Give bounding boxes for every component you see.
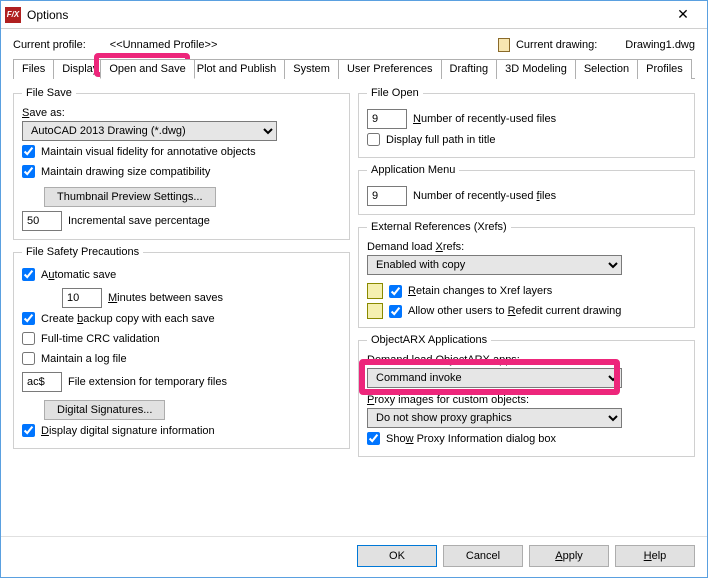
legend-arx: ObjectARX Applications [367, 334, 491, 346]
thumbnail-settings-button[interactable]: Thumbnail Preview Settings... [44, 187, 216, 207]
tab-drafting[interactable]: Drafting [441, 59, 498, 79]
refedit-label: Allow other users to Refedit current dra… [408, 305, 621, 317]
retain-xref-checkbox[interactable]: Retain changes to Xref layers [389, 285, 552, 298]
refedit-icon [367, 303, 383, 319]
recent-files-input[interactable] [367, 109, 407, 129]
minutes-label: Minutes between saves [108, 292, 223, 304]
maintain-fidelity-checkbox[interactable]: Maintain visual fidelity for annotative … [22, 145, 256, 158]
app-recent-label: Number of recently-used files [413, 190, 556, 202]
show-proxy-label: Show Proxy Information dialog box [386, 433, 556, 445]
tab-display[interactable]: Display [53, 59, 101, 79]
crc-checkbox[interactable]: Full-time CRC validation [22, 332, 160, 345]
refedit-checkbox[interactable]: Allow other users to Refedit current dra… [389, 305, 621, 318]
recent-files-label: Number of recently-used files [413, 113, 556, 125]
auto-save-checkbox[interactable]: Automatic save [22, 268, 116, 281]
show-proxy-checkbox[interactable]: Show Proxy Information dialog box [367, 432, 556, 445]
tab-3d-modeling[interactable]: 3D Modeling [496, 59, 576, 79]
current-drawing-label: Current drawing: [516, 39, 597, 51]
current-drawing-name: Drawing1.dwg [625, 39, 695, 51]
maintain-compat-checkbox[interactable]: Maintain drawing size compatibility [22, 165, 210, 178]
tab-files[interactable]: Files [13, 59, 54, 79]
group-file-save: File Save Save as: AutoCAD 2013 Drawing … [13, 87, 350, 240]
temp-ext-label: File extension for temporary files [68, 376, 227, 388]
digital-signatures-button[interactable]: Digital Signatures... [44, 400, 165, 420]
group-app-menu: Application Menu Number of recently-used… [358, 164, 695, 215]
incremental-save-label: Incremental save percentage [68, 215, 210, 227]
display-sig-label: Display digital signature information [41, 425, 215, 437]
legend-file-save: File Save [22, 87, 76, 99]
temp-ext-input[interactable] [22, 372, 62, 392]
group-arx: ObjectARX Applications Demand load Objec… [358, 334, 695, 457]
app-recent-input[interactable] [367, 186, 407, 206]
tab-selection[interactable]: Selection [575, 59, 638, 79]
demand-xref-select[interactable]: Enabled with copy [367, 255, 622, 275]
demand-arx-select[interactable]: Command invoke [367, 368, 622, 388]
incremental-save-input[interactable] [22, 211, 62, 231]
proxy-select[interactable]: Do not show proxy graphics [367, 408, 622, 428]
group-file-open: File Open Number of recently-used files … [358, 87, 695, 158]
auto-save-label: Automatic save [41, 269, 116, 281]
tab-system[interactable]: System [284, 59, 339, 79]
legend-xrefs: External References (Xrefs) [367, 221, 511, 233]
logfile-checkbox[interactable]: Maintain a log file [22, 352, 127, 365]
help-button[interactable]: Help [615, 545, 695, 567]
tab-plot-publish[interactable]: Plot and Publish [194, 59, 286, 79]
save-as-label: Save as: [22, 107, 341, 119]
ok-button[interactable]: OK [357, 545, 437, 567]
drawing-icon [496, 37, 512, 53]
full-path-checkbox[interactable]: Display full path in title [367, 133, 495, 146]
app-icon: F/X [5, 7, 21, 23]
logfile-label: Maintain a log file [41, 353, 127, 365]
group-xrefs: External References (Xrefs) Demand load … [358, 221, 695, 328]
close-button[interactable]: ✕ [663, 2, 703, 28]
profile-label: Current profile: [13, 39, 86, 51]
demand-xref-label: Demand load Xrefs: [367, 241, 686, 253]
minutes-input[interactable] [62, 288, 102, 308]
legend-file-safety: File Safety Precautions [22, 246, 143, 258]
dialog-buttons: OK Cancel Apply Help [1, 536, 707, 577]
backup-label: Create backup copy with each save [41, 313, 215, 325]
legend-file-open: File Open [367, 87, 423, 99]
cancel-button[interactable]: Cancel [443, 545, 523, 567]
tab-open-and-save[interactable]: Open and Save [100, 59, 194, 79]
profile-name: <<Unnamed Profile>> [110, 39, 218, 51]
window-title: Options [27, 8, 68, 22]
backup-checkbox[interactable]: Create backup copy with each save [22, 312, 215, 325]
display-sig-checkbox[interactable]: Display digital signature information [22, 424, 215, 437]
group-file-safety: File Safety Precautions Automatic save M… [13, 246, 350, 449]
retain-xref-label: Retain changes to Xref layers [408, 285, 552, 297]
legend-app-menu: Application Menu [367, 164, 459, 176]
demand-arx-label: Demand load ObjectARX apps: [367, 354, 686, 366]
proxy-label: Proxy images for custom objects: [367, 394, 686, 406]
titlebar: F/X Options ✕ [1, 1, 707, 29]
profile-row: Current profile: <<Unnamed Profile>> Cur… [1, 29, 707, 57]
tab-user-preferences[interactable]: User Preferences [338, 59, 442, 79]
tab-strip: Files Display Open and Save Plot and Pub… [1, 59, 707, 79]
save-as-select[interactable]: AutoCAD 2013 Drawing (*.dwg) [22, 121, 277, 141]
apply-button[interactable]: Apply [529, 545, 609, 567]
xref-layer-icon [367, 283, 383, 299]
tab-profiles[interactable]: Profiles [637, 59, 692, 79]
